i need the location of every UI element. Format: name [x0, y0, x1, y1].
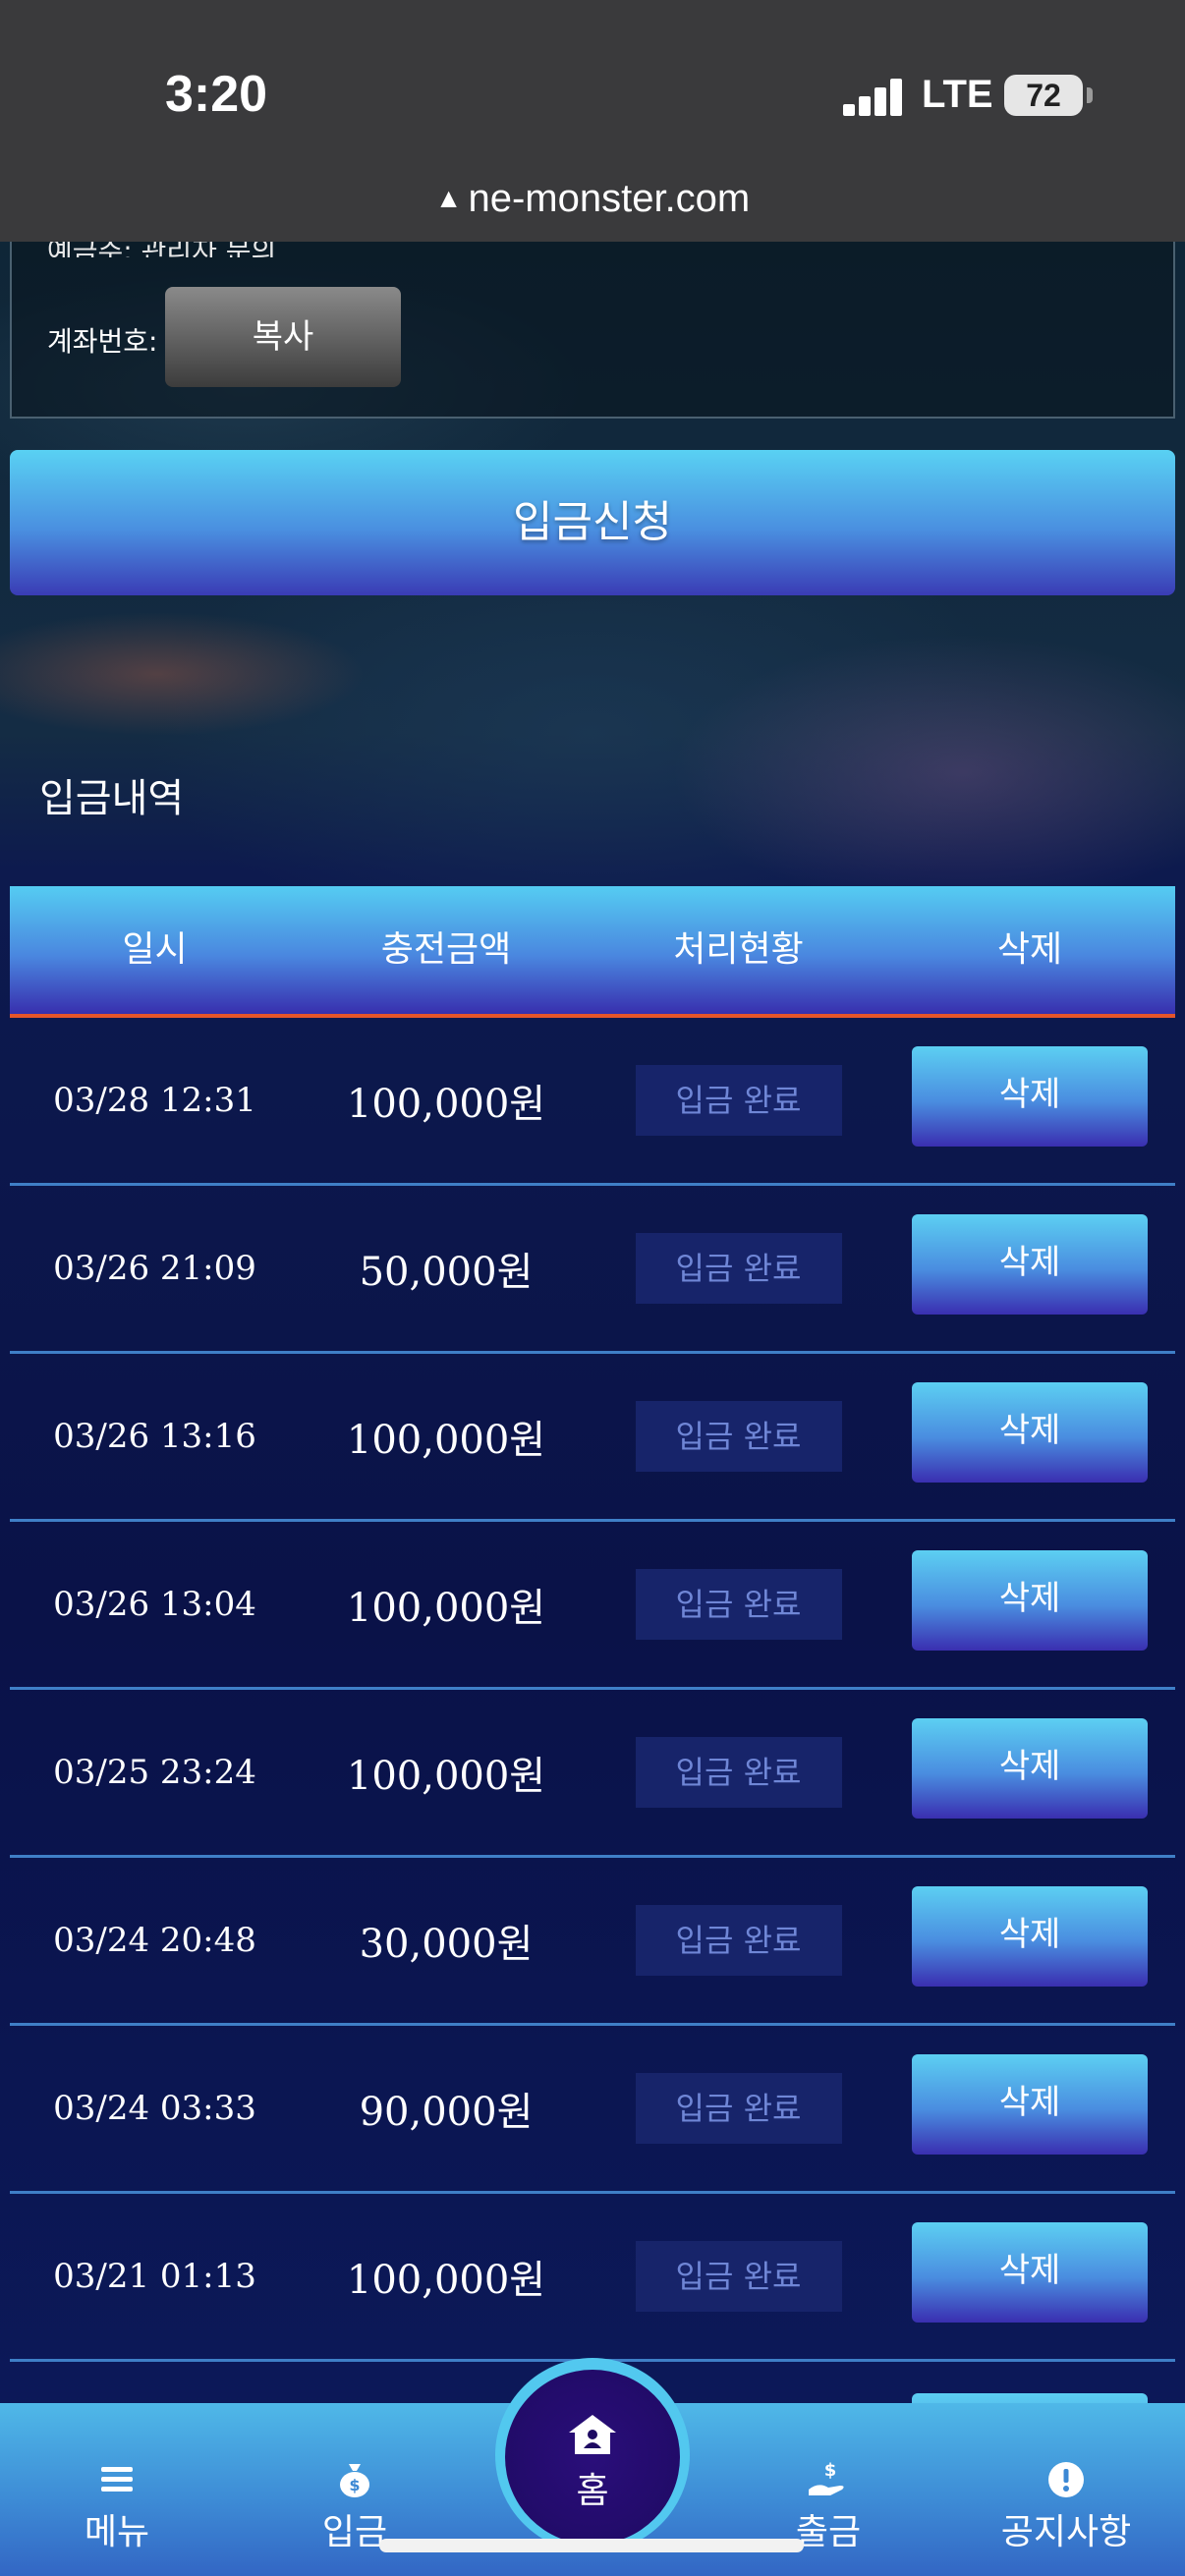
account-number-label: 계좌번호:	[47, 325, 158, 358]
browser-top-bar: 3:20 LTE 72 ▲ ne-monster.com	[0, 0, 1185, 242]
delete-button[interactable]: 삭제	[912, 1214, 1148, 1315]
nav-home[interactable]: 홈	[505, 2370, 680, 2545]
delete-button[interactable]: 삭제	[912, 1550, 1148, 1651]
battery-tip	[1087, 87, 1093, 103]
alert-circle-icon	[992, 2460, 1140, 2499]
hamburger-icon	[43, 2460, 191, 2499]
delete-button[interactable]: 삭제	[912, 1886, 1148, 1987]
row-date: 03/24 03:33	[53, 2089, 256, 2128]
status-badge: 입금 완료	[635, 2073, 842, 2144]
nav-notice[interactable]: 공지사항	[992, 2460, 1140, 2554]
row-date: 03/24 20:48	[53, 1921, 256, 1960]
status-badge: 입금 완료	[635, 1737, 842, 1808]
nav-menu-label: 메뉴	[84, 2512, 150, 2552]
nav-notice-label: 공지사항	[1000, 2512, 1132, 2552]
header-amount: 충전금액	[380, 929, 512, 970]
svg-text:$: $	[349, 2476, 360, 2494]
row-date: 03/26 13:04	[53, 1585, 256, 1624]
status-time: 3:20	[165, 66, 268, 123]
table-row: 03/24 20:48 30,000원 입금 완료 삭제	[10, 1858, 1175, 2026]
status-badge: 입금 완료	[635, 1905, 842, 1976]
status-badge: 입금 완료	[635, 1065, 842, 1136]
table-header: 일시 충전금액 처리현황 삭제	[10, 886, 1175, 1018]
row-amount: 50,000원	[359, 1250, 534, 1295]
row-amount: 90,000원	[359, 2090, 534, 2135]
row-amount: 100,000원	[346, 1754, 546, 1799]
header-status: 처리현황	[673, 929, 804, 970]
row-amount: 30,000원	[359, 1922, 534, 1967]
table-row: 03/25 23:24 100,000원 입금 완료 삭제	[10, 1690, 1175, 1858]
row-date: 03/28 12:31	[53, 1081, 256, 1120]
copy-button[interactable]: 복사	[165, 287, 401, 387]
deposit-history-table: 03/28 12:31 100,000원 입금 완료 삭제 03/26 21:0…	[10, 1018, 1175, 2362]
status-badge: 입금 완료	[635, 2241, 842, 2312]
delete-button[interactable]: 삭제	[912, 2054, 1148, 2155]
row-date: 03/21 01:13	[53, 2257, 256, 2296]
row-date: 03/26 13:16	[53, 1417, 256, 1456]
status-badge: 입금 완료	[635, 1233, 842, 1304]
delete-button[interactable]: 삭제	[912, 1046, 1148, 1147]
money-bag-icon: $	[281, 2460, 428, 2499]
table-row: 03/24 03:33 90,000원 입금 완료 삭제	[10, 2026, 1175, 2194]
url-text: ne-monster.com	[468, 177, 751, 220]
header-date: 일시	[122, 929, 188, 970]
battery-icon: 72	[1004, 75, 1083, 116]
nav-menu[interactable]: 메뉴	[43, 2460, 191, 2554]
table-row: 03/26 13:04 100,000원 입금 완료 삭제	[10, 1522, 1175, 1690]
delete-button[interactable]: 삭제	[912, 1382, 1148, 1483]
table-row: 03/26 21:09 50,000원 입금 완료 삭제	[10, 1186, 1175, 1354]
warning-icon: ▲	[434, 183, 463, 213]
row-date: 03/25 23:24	[53, 1753, 256, 1792]
signal-icon	[843, 79, 904, 116]
row-amount: 100,000원	[346, 1082, 546, 1127]
status-badge: 입금 완료	[635, 1569, 842, 1640]
address-bar[interactable]: ▲ ne-monster.com	[0, 177, 1185, 221]
home-icon	[505, 2407, 680, 2462]
row-date: 03/26 21:09	[53, 1249, 256, 1288]
row-amount: 100,000원	[346, 1418, 546, 1463]
delete-button[interactable]: 삭제	[912, 2222, 1148, 2323]
svg-text:$: $	[824, 2460, 837, 2481]
deposit-history-title: 입금내역	[39, 776, 185, 821]
header-delete: 삭제	[996, 929, 1063, 970]
table-row: 03/28 12:31 100,000원 입금 완료 삭제	[10, 1018, 1175, 1186]
nav-home-label: 홈	[576, 2471, 609, 2511]
table-row: 03/26 13:16 100,000원 입금 완료 삭제	[10, 1354, 1175, 1522]
status-badge: 입금 완료	[635, 1401, 842, 1472]
row-amount: 100,000원	[346, 1586, 546, 1631]
delete-button[interactable]: 삭제	[912, 1718, 1148, 1819]
deposit-apply-button[interactable]: 입금신청	[10, 450, 1175, 595]
network-type: LTE	[922, 73, 993, 116]
hand-money-icon: $	[755, 2460, 902, 2499]
home-indicator	[379, 2539, 804, 2552]
row-amount: 100,000원	[346, 2258, 546, 2303]
table-row: 03/21 01:13 100,000원 입금 완료 삭제	[10, 2194, 1175, 2362]
